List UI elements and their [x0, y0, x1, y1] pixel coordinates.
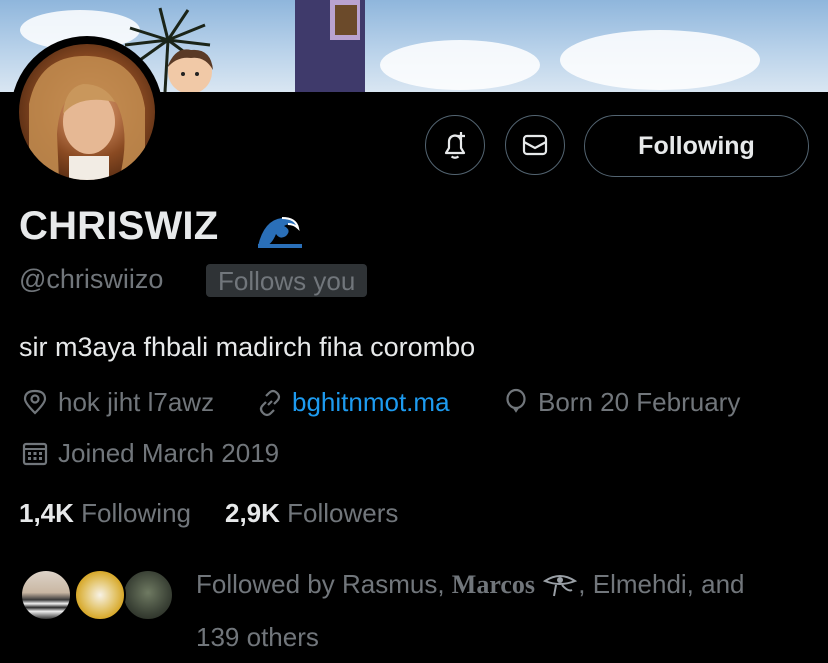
followed-by-others: 139 others — [196, 622, 319, 652]
following-stat[interactable]: 1,4K Following — [19, 498, 191, 529]
envelope-icon — [522, 134, 548, 156]
joined-text: Joined March 2019 — [58, 438, 280, 468]
bio: sir m3aya fhbali madirch fiha corombo — [19, 332, 476, 362]
banner-character — [167, 49, 213, 92]
following-label: Following — [81, 498, 191, 528]
eye-of-horus-emoji — [543, 575, 578, 597]
avatar-portrait — [29, 55, 145, 180]
location-icon — [23, 389, 47, 415]
banner-cloud — [380, 40, 540, 90]
link-icon — [259, 389, 281, 417]
followers-stat[interactable]: 2,9K Followers — [225, 498, 398, 529]
handle: @chriswiizo — [19, 264, 164, 294]
avatar[interactable] — [19, 44, 155, 180]
following-button[interactable]: Following — [584, 115, 809, 177]
banner-figure — [295, 0, 365, 92]
website-link[interactable]: bghitnmot.ma — [292, 387, 450, 418]
display-name: CHRISWIZ — [19, 204, 219, 248]
followed-by-text[interactable]: Followed by Rasmus, Marcos , Elmehdi, an… — [196, 558, 816, 663]
follows-you-badge: Follows you — [206, 264, 368, 297]
wave-emoji — [258, 217, 302, 248]
followed-by-prefix: Followed by — [196, 569, 335, 599]
following-count: 1,4K — [19, 498, 74, 528]
balloon-icon — [506, 388, 526, 413]
follower-avatar[interactable] — [20, 569, 72, 621]
notify-button[interactable] — [425, 115, 485, 175]
followers-count: 2,9K — [225, 498, 280, 528]
followed-by-name: Marcos — [451, 570, 536, 599]
location-text: hok jiht l7awz — [58, 387, 215, 417]
banner-cloud — [560, 30, 760, 90]
followed-by-name: , Elmehdi, and — [578, 569, 745, 599]
calendar-icon — [22, 442, 48, 466]
message-button[interactable] — [505, 115, 565, 175]
followed-by-name: Rasmus, — [341, 569, 445, 599]
bell-plus-icon — [444, 132, 466, 159]
followers-label: Followers — [287, 498, 399, 528]
follower-avatar[interactable] — [74, 569, 126, 621]
follower-avatar[interactable] — [122, 569, 174, 621]
birthday-text: Born 20 February — [538, 387, 741, 417]
